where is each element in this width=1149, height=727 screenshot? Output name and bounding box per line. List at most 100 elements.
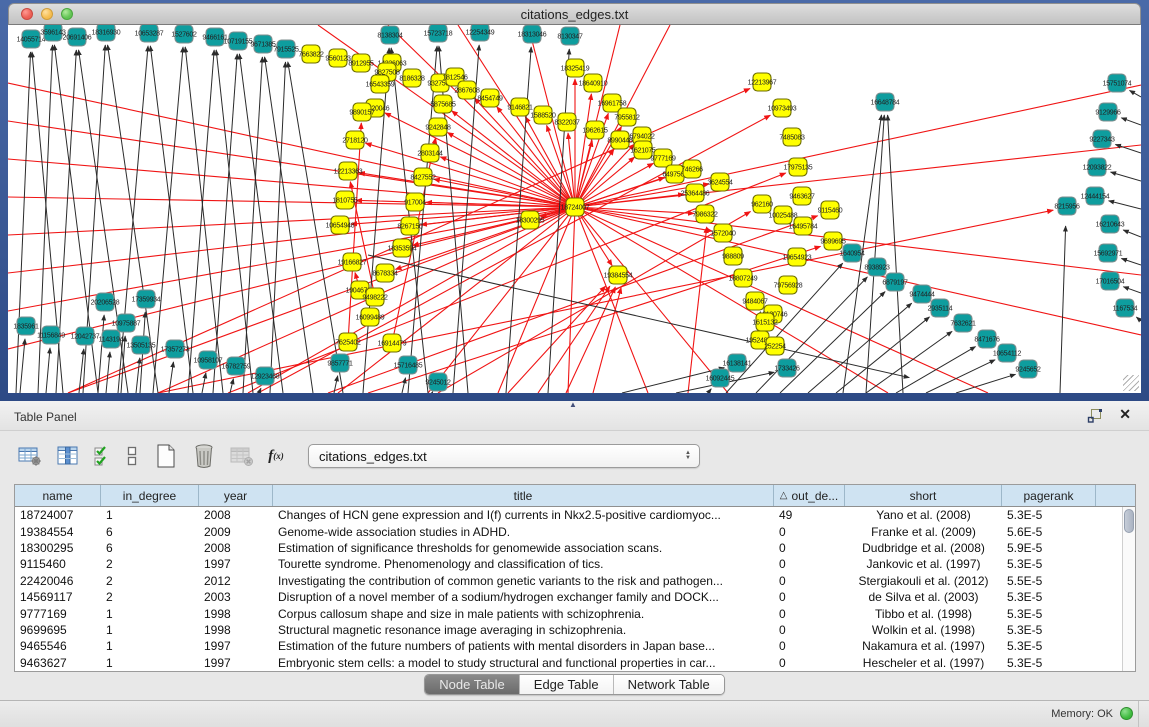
graph-node[interactable]: 12213967 <box>748 73 777 91</box>
function-builder-icon[interactable]: f(x) <box>264 442 288 470</box>
delete-columns-icon[interactable] <box>188 442 220 470</box>
citation-edge-red[interactable] <box>688 227 707 393</box>
graph-node[interactable]: 9857771 <box>327 354 353 372</box>
graph-node[interactable]: 1621075 <box>630 141 656 159</box>
graph-node[interactable]: 15716485 <box>394 356 423 374</box>
citation-edge-black[interactable] <box>1121 258 1141 265</box>
graph-node[interactable]: 1962615 <box>582 121 608 139</box>
citation-edge-red[interactable] <box>498 207 575 393</box>
float-window-icon[interactable] <box>1087 408 1103 424</box>
graph-node[interactable]: 9115460 <box>818 201 843 219</box>
graph-node[interactable]: 917004 <box>404 193 426 211</box>
citation-edge-red[interactable] <box>575 207 1141 275</box>
graph-node[interactable]: 1572040 <box>710 224 736 242</box>
column-header-title[interactable]: title <box>273 485 774 506</box>
graph-node[interactable]: 14055714 <box>17 30 46 48</box>
graph-node[interactable]: 8912955 <box>348 54 374 72</box>
graph-node[interactable]: 1640954 <box>839 244 865 262</box>
table-scrollbar-thumb[interactable] <box>1124 509 1134 533</box>
graph-node[interactable]: 3596143 <box>40 25 66 41</box>
graph-node[interactable]: 17359934 <box>132 290 161 308</box>
graph-node[interactable]: 9129966 <box>1095 103 1121 121</box>
citation-edge-red[interactable] <box>366 143 575 207</box>
graph-node[interactable]: 9466161 <box>202 28 228 46</box>
citation-edge-black[interactable] <box>866 331 952 393</box>
table-options-icon[interactable] <box>14 442 46 470</box>
graph-node[interactable]: 9146821 <box>507 98 533 116</box>
graph-node[interactable]: 988809 <box>722 247 744 265</box>
citation-edge-red[interactable] <box>8 121 575 207</box>
graph-node[interactable]: 17016504 <box>1096 272 1125 290</box>
citation-edge-black[interactable] <box>926 360 995 393</box>
network-window-titlebar[interactable]: citations_edges.txt <box>8 3 1141 25</box>
graph-node[interactable]: 16210643 <box>1096 215 1125 233</box>
table-row[interactable]: 1830029562008Estimation of significance … <box>15 540 1122 556</box>
graph-node[interactable]: 79756928 <box>774 276 803 294</box>
column-header-name[interactable]: name <box>15 485 101 506</box>
graph-node[interactable]: 1835961 <box>13 317 39 335</box>
citation-edge-red[interactable] <box>575 194 684 207</box>
citation-edge-black[interactable] <box>708 389 711 393</box>
graph-node[interactable]: 8130347 <box>557 27 583 45</box>
graph-node[interactable]: 10719155 <box>224 32 253 50</box>
graph-node[interactable]: 9474444 <box>909 285 935 303</box>
citation-edge-black[interactable] <box>185 47 223 393</box>
citation-edge-red[interactable] <box>368 246 821 393</box>
graph-node[interactable]: 9777169 <box>650 149 676 167</box>
graph-node[interactable]: 8454749 <box>477 89 503 107</box>
graph-node[interactable]: 252254 <box>764 337 786 355</box>
graph-node[interactable]: 12093822 <box>1083 158 1112 176</box>
graph-node[interactable]: 8186328 <box>399 69 425 87</box>
tab-edge-table[interactable]: Edge Table <box>519 675 613 694</box>
table-row[interactable]: 911546021997Tourette syndrome. Phenomeno… <box>15 556 1122 572</box>
citation-edge-black[interactable] <box>169 362 173 393</box>
table-row[interactable]: 1872400712008Changes of HCN gene express… <box>15 507 1122 523</box>
graph-node[interactable]: 7632621 <box>950 314 976 332</box>
graph-node[interactable]: 9498222 <box>362 288 388 306</box>
network-canvas[interactable]: 1405571435961432069140618316930 10653287 1… <box>8 25 1141 393</box>
graph-node[interactable]: 2867608 <box>454 81 480 99</box>
graph-node[interactable]: 10653287 <box>135 25 164 42</box>
column-header-out_de[interactable]: △out_de... <box>774 485 845 506</box>
column-header-pagerank[interactable]: pagerank <box>1002 485 1096 506</box>
citation-edge-red[interactable] <box>8 207 575 311</box>
new-column-icon[interactable] <box>150 442 182 470</box>
citation-network-graph[interactable]: 1405571435961432069140618316930 10653287 1… <box>8 25 1141 393</box>
graph-node[interactable]: 12444154 <box>1081 187 1110 205</box>
graph-node[interactable]: 16782759 <box>222 357 251 375</box>
select-all-columns-icon[interactable] <box>90 442 114 470</box>
graph-node[interactable]: 18316930 <box>92 25 121 41</box>
tab-network-table[interactable]: Network Table <box>613 675 724 694</box>
citation-edge-black[interactable] <box>368 255 909 378</box>
citation-edge-black[interactable] <box>20 339 25 393</box>
graph-node[interactable]: 7955812 <box>614 108 640 126</box>
table-row[interactable]: 1456911722003Disruption of a novel membe… <box>15 589 1122 605</box>
graph-node[interactable]: 8678334 <box>372 264 398 282</box>
citation-edge-black[interactable] <box>432 392 433 393</box>
citation-edge-black[interactable] <box>1121 118 1141 125</box>
citation-edge-red[interactable] <box>8 159 575 207</box>
citation-edge-black[interactable] <box>402 378 406 393</box>
graph-node[interactable]: 9463627 <box>789 187 815 205</box>
graph-node[interactable]: 1588520 <box>530 106 556 124</box>
graph-node[interactable]: 18325419 <box>561 59 590 77</box>
graph-node[interactable]: 746266 <box>681 160 703 178</box>
graph-node[interactable]: 9245652 <box>1015 360 1041 378</box>
graph-node[interactable]: 1810755 <box>332 191 358 209</box>
graph-node[interactable]: 11156849 <box>37 326 65 344</box>
table-row[interactable]: 946362711997Embryonic stem cells: a mode… <box>15 655 1122 671</box>
citation-edge-black[interactable] <box>121 336 125 393</box>
graph-node[interactable]: 20691406 <box>63 28 92 46</box>
graph-node[interactable]: 8215956 <box>1054 197 1080 215</box>
citation-edge-red[interactable] <box>8 197 575 207</box>
graph-node[interactable]: 7986322 <box>692 205 718 223</box>
graph-node[interactable]: 15751074 <box>1103 74 1132 92</box>
citation-edge-red[interactable] <box>428 207 575 393</box>
graph-node[interactable]: 18313046 <box>518 25 547 43</box>
table-row[interactable]: 977716911998Corpus callosum shape and si… <box>15 605 1122 621</box>
graph-node[interactable]: 7915525 <box>273 40 299 58</box>
citation-edge-black[interactable] <box>188 50 214 393</box>
citation-edge-black[interactable] <box>1136 317 1141 321</box>
graph-node[interactable]: 16099489 <box>356 308 385 326</box>
graph-node[interactable]: 8138304 <box>377 26 403 44</box>
